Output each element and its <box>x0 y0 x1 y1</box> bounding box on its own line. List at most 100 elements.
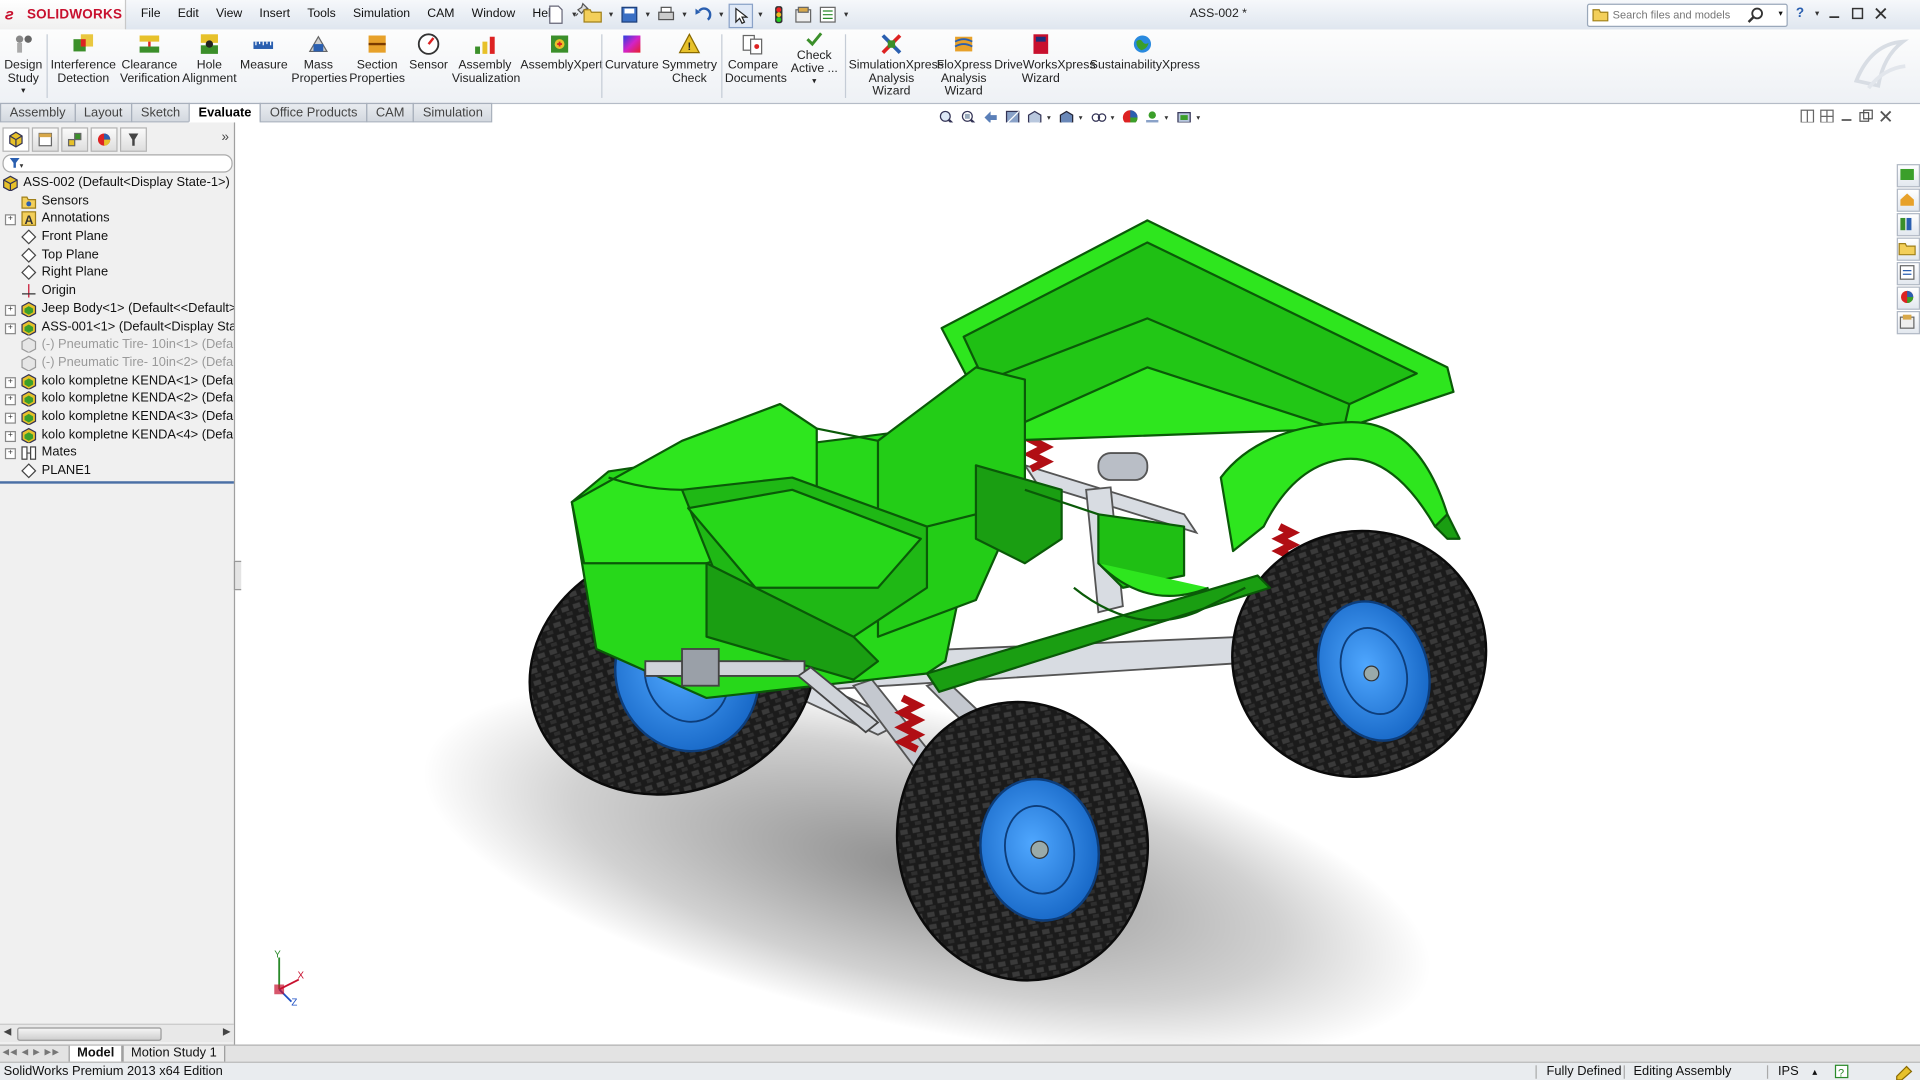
tree-item[interactable]: (-) Pneumatic Tire- 10in<2> (Default <box>0 354 234 372</box>
tree-item[interactable]: + kolo kompletne KENDA<1> (Default <box>0 372 234 390</box>
simulationxpress-button[interactable]: SimulationXpress Analysis Wizard <box>849 32 944 99</box>
menu-cam[interactable]: CAM <box>419 0 463 29</box>
symmetry-check-button[interactable]: ! Symmetry Check <box>661 32 717 86</box>
print-dropdown-icon[interactable]: ▾ <box>680 4 690 26</box>
sustainabilityxpress-button[interactable]: SustainabilityXpress <box>1090 32 1200 73</box>
graphics-viewport[interactable]: Y X Z <box>241 122 1892 1059</box>
tab-simulation[interactable]: Simulation <box>413 102 493 123</box>
tree-item[interactable]: + kolo kompletne KENDA<2> (Default <box>0 390 234 408</box>
unit-system[interactable]: IPS <box>1778 1063 1799 1080</box>
restore-icon[interactable] <box>1848 4 1868 24</box>
expand-toggle-icon[interactable]: + <box>4 322 16 334</box>
tab-model[interactable]: Model <box>68 1045 123 1063</box>
configurationmanager-tab-icon[interactable] <box>61 127 89 152</box>
expand-toggle-icon[interactable]: + <box>4 448 16 460</box>
dimxpertmanager-tab-icon[interactable] <box>90 127 118 152</box>
help-status-icon[interactable]: ? <box>1834 1064 1849 1080</box>
tree-item[interactable]: + kolo kompletne KENDA<4> (Default <box>0 426 234 444</box>
tab-evaluate[interactable]: Evaluate <box>188 102 262 123</box>
scroll-left-icon[interactable]: ◀ <box>4 1026 12 1037</box>
file-explorer-icon[interactable] <box>1896 237 1920 261</box>
floxpress-button[interactable]: FloXpress Analysis Wizard <box>937 32 992 99</box>
menu-view[interactable]: View <box>207 0 250 29</box>
open-folder-icon[interactable] <box>582 4 604 26</box>
tree-item[interactable]: Front Plane <box>0 228 234 246</box>
file-properties-icon[interactable] <box>792 4 814 26</box>
menu-edit[interactable]: Edit <box>169 0 207 29</box>
compare-documents-button[interactable]: Compare Documents <box>725 32 787 86</box>
solidworks-logo[interactable]: ƨ SOLIDWORKS <box>0 0 127 30</box>
search-icon[interactable] <box>1747 6 1764 27</box>
expand-toggle-icon[interactable]: + <box>4 376 16 388</box>
tab-sketch[interactable]: Sketch <box>131 102 190 123</box>
measure-button[interactable]: Measure <box>240 32 288 73</box>
options-dropdown-icon[interactable]: ▾ <box>841 4 851 26</box>
curvature-button[interactable]: Curvature <box>605 32 659 73</box>
expand-toggle-icon[interactable]: + <box>4 394 16 406</box>
design-library-icon[interactable] <box>1896 213 1920 237</box>
assemblyxpert-button[interactable]: AssemblyXpert <box>520 32 603 73</box>
undo-icon[interactable] <box>692 4 714 26</box>
assembly-visualization-button[interactable]: Assembly Visualization <box>452 32 520 86</box>
solidworks-resources-icon[interactable] <box>1896 164 1920 188</box>
interference-detection-button[interactable]: Interference Detection <box>49 32 118 86</box>
close-icon[interactable] <box>1871 4 1891 24</box>
propertymanager-tab-icon[interactable] <box>31 127 59 152</box>
tree-item[interactable]: Right Plane <box>0 264 234 282</box>
menu-simulation[interactable]: Simulation <box>344 0 418 29</box>
menu-file[interactable]: File <box>132 0 169 29</box>
section-properties-button[interactable]: Section Properties <box>349 32 405 86</box>
tree-item[interactable]: + Jeep Body<1> (Default<<Default>_D <box>0 300 234 318</box>
search-input[interactable] <box>1612 6 1758 24</box>
menu-insert[interactable]: Insert <box>251 0 299 29</box>
hole-alignment-button[interactable]: Hole Alignment <box>181 32 237 86</box>
rebuild-status-icon[interactable] <box>1896 1064 1913 1080</box>
custom-properties-icon[interactable] <box>1896 311 1920 335</box>
select-pointer-icon[interactable] <box>728 3 754 29</box>
new-document-icon[interactable] <box>545 4 567 26</box>
tree-item[interactable]: PLANE1 <box>0 462 234 480</box>
search-dropdown-icon[interactable]: ▾ <box>1779 9 1783 19</box>
home-icon[interactable] <box>1896 188 1920 212</box>
tree-item[interactable]: (-) Pneumatic Tire- 10in<1> (Default <box>0 336 234 354</box>
save-dropdown-icon[interactable]: ▾ <box>643 4 653 26</box>
tab-scroll-arrows-icon[interactable]: ◀◀ ◀ ▶ ▶▶ <box>2 1047 60 1057</box>
help-icon[interactable]: ? <box>1790 4 1810 24</box>
expand-toggle-icon[interactable]: + <box>4 304 16 316</box>
tree-item[interactable]: Sensors <box>0 192 234 210</box>
tree-item[interactable]: + kolo kompletne KENDA<3> (Default <box>0 408 234 426</box>
expand-toggle-icon[interactable]: + <box>4 214 16 226</box>
design-study-button[interactable]: Design Study ▾ <box>4 32 43 99</box>
clearance-verification-button[interactable]: Clearance Verification <box>120 32 180 86</box>
sensor-button[interactable]: Sensor <box>408 32 450 73</box>
tree-item[interactable]: + ASS-001<1> (Default<Display State- <box>0 318 234 336</box>
tree-filter-box[interactable]: ▾ <box>2 154 233 173</box>
units-up-arrow-icon[interactable]: ▴ <box>1812 1063 1817 1080</box>
help-dropdown-icon[interactable]: ▾ <box>1813 4 1820 24</box>
open-dropdown-icon[interactable]: ▾ <box>606 4 616 26</box>
tree-item[interactable]: Top Plane <box>0 246 234 264</box>
tree-item[interactable]: Origin <box>0 282 234 300</box>
view-palette-icon[interactable] <box>1896 262 1920 286</box>
menu-window[interactable]: Window <box>463 0 524 29</box>
panel-expand-icon[interactable]: » <box>221 130 229 145</box>
tree-item[interactable]: + Mates <box>0 444 234 462</box>
minimize-icon[interactable] <box>1824 4 1844 24</box>
mass-properties-button[interactable]: Mass Properties <box>291 32 347 86</box>
options-icon[interactable] <box>817 4 839 26</box>
scroll-thumb[interactable] <box>17 1027 162 1041</box>
check-active-button[interactable]: Check Active ... ▾ <box>786 29 842 88</box>
new-dropdown-icon[interactable]: ▾ <box>569 4 579 26</box>
driveworksxpress-button[interactable]: DriveWorksXpress Wizard <box>994 32 1095 86</box>
expand-toggle-icon[interactable]: + <box>4 412 16 424</box>
tab-cam[interactable]: CAM <box>366 102 415 123</box>
tab-office-products[interactable]: Office Products <box>260 102 368 123</box>
display-manager-tab-icon[interactable] <box>120 127 147 152</box>
save-icon[interactable] <box>618 4 640 26</box>
appearances-icon[interactable] <box>1896 286 1920 310</box>
tab-layout[interactable]: Layout <box>74 102 133 123</box>
tab-assembly[interactable]: Assembly <box>0 102 76 123</box>
check-active-dropdown-icon[interactable]: ▾ <box>786 76 842 89</box>
undo-dropdown-icon[interactable]: ▾ <box>716 4 726 26</box>
tab-motion-study-1[interactable]: Motion Study 1 <box>122 1045 226 1063</box>
